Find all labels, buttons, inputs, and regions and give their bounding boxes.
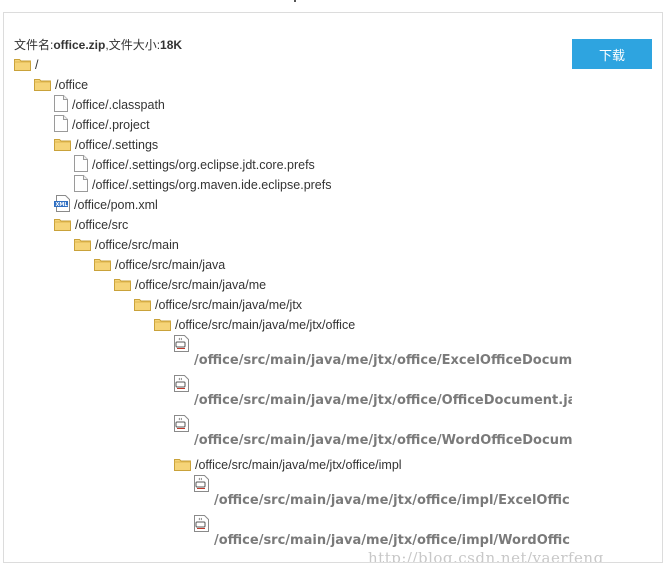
tree-folder[interactable]: /: [14, 55, 38, 75]
tree-node-label: /office/src/main/java/me/jtx/office/impl…: [214, 533, 570, 548]
tree-node-label: /office/src/main: [95, 238, 179, 252]
folder-icon: [94, 257, 111, 274]
java-file-icon: [194, 515, 210, 535]
tree-node-label: /office/src: [75, 218, 129, 232]
watermark: http://blog.csdn.net/yaerfeng: [368, 549, 604, 563]
tree-folder[interactable]: /office/.settings: [54, 135, 158, 155]
folder-icon: [54, 217, 71, 234]
tree-node-label: /office/src/main/java/me/jtx/office/impl…: [214, 493, 570, 508]
tree-node-label: /office/src/main/java/me/jtx: [155, 298, 303, 312]
tree-node-label: /office/src/main/java: [115, 258, 226, 272]
folder-icon: [74, 237, 91, 254]
file-icon: [54, 95, 68, 115]
file-preview-panel: 文件名:office.zip,文件大小:18K 下载 //office/offi…: [3, 12, 663, 563]
tree-folder[interactable]: /office: [34, 75, 88, 95]
tree-node-label: /office/src/main/java/me/jtx/office/Exce…: [194, 353, 572, 368]
top-dot: [294, 0, 296, 2]
tree-file[interactable]: XML/office/pom.xml: [54, 195, 158, 215]
tree-node-label: /office/pom.xml: [74, 198, 158, 212]
java-file-icon: [174, 415, 190, 435]
tree-file[interactable]: /office/.settings/org.maven.ide.eclipse.…: [74, 175, 331, 195]
tree-node-label: /office/.classpath: [72, 98, 165, 112]
tree-viewport: / /office/office/.classpath/office/.proje…: [4, 13, 572, 562]
tree-file[interactable]: /office/src/main/java/me/jtx/office/impl…: [194, 515, 570, 551]
java-file-icon: [194, 475, 210, 495]
tree-file[interactable]: /office/src/main/java/me/jtx/office/Word…: [174, 415, 572, 451]
folder-icon: [114, 277, 131, 294]
folder-icon: [54, 137, 71, 154]
tree-node-label: /office/.settings: [75, 138, 159, 152]
tree-node-label: /office/.settings/org.eclipse.jdt.core.p…: [92, 158, 315, 172]
tree-file[interactable]: /office/src/main/java/me/jtx/office/Offi…: [174, 375, 572, 411]
tree-node-label: /office/src/main/java/me/jtx/office/Word…: [194, 433, 572, 448]
java-file-icon: [174, 375, 190, 395]
folder-icon: [14, 57, 31, 74]
tree-file[interactable]: /office/src/main/java/me/jtx/office/Exce…: [174, 335, 572, 371]
tree-folder[interactable]: /office/src/main/java/me/jtx/office: [154, 315, 355, 335]
download-button[interactable]: 下载: [572, 39, 652, 69]
svg-text:XML: XML: [56, 202, 69, 208]
file-icon: [74, 155, 88, 175]
tree-node-label: /office/src/main/java/me/jtx/office/impl: [195, 458, 402, 472]
tree-folder[interactable]: /office/src/main/java/me/jtx: [134, 295, 302, 315]
folder-icon: [174, 457, 191, 474]
tree-folder[interactable]: /office/src/main/java/me: [114, 275, 266, 295]
tree-folder[interactable]: /office/src: [54, 215, 128, 235]
tree-node-label: /office/.settings/org.maven.ide.eclipse.…: [92, 178, 332, 192]
tree-file[interactable]: /office/src/main/java/me/jtx/office/impl…: [194, 475, 570, 511]
xml-file-icon: XML: [54, 195, 70, 215]
tree-folder[interactable]: /office/src/main/java: [94, 255, 225, 275]
tree-folder[interactable]: /office/src/main/java/me/jtx/office/impl: [174, 455, 402, 475]
tree-node-label: /office/.project: [72, 118, 150, 132]
tree-node-label: /office/src/main/java/me: [135, 278, 267, 292]
file-icon: [74, 175, 88, 195]
folder-icon: [134, 297, 151, 314]
tree-node-label: /office: [55, 78, 89, 92]
folder-icon: [34, 77, 51, 94]
tree-file[interactable]: /office/.classpath: [54, 95, 165, 115]
tree-node-label: /office/src/main/java/me/jtx/office/Offi…: [194, 393, 572, 408]
tree-file[interactable]: /office/.settings/org.eclipse.jdt.core.p…: [74, 155, 315, 175]
tree-node-label: /: [35, 58, 39, 72]
file-icon: [54, 115, 68, 135]
java-file-icon: [174, 335, 190, 355]
tree-folder[interactable]: /office/src/main: [74, 235, 179, 255]
tree-file[interactable]: /office/.project: [54, 115, 150, 135]
folder-icon: [154, 317, 171, 334]
tree-node-label: /office/src/main/java/me/jtx/office: [175, 318, 356, 332]
